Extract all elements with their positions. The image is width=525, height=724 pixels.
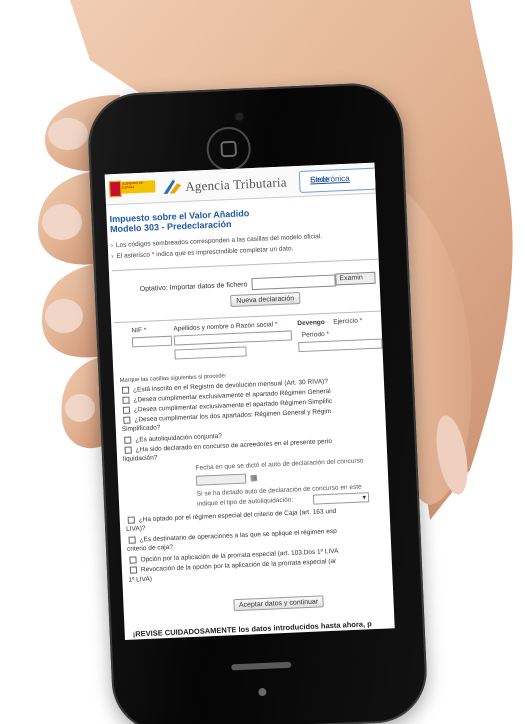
name-input-2[interactable] bbox=[174, 346, 247, 360]
bullet-icon: › bbox=[111, 253, 114, 261]
check-label-continued: liquidación? bbox=[122, 454, 158, 463]
front-camera-icon bbox=[235, 112, 244, 121]
microphone-icon bbox=[258, 687, 267, 697]
browse-button[interactable]: Examin bbox=[335, 271, 376, 286]
fingernail-3 bbox=[45, 299, 83, 333]
new-declaration-button[interactable]: Nueva declaración bbox=[230, 292, 301, 308]
periodo-select[interactable] bbox=[298, 338, 383, 353]
bullet-icon: › bbox=[110, 242, 114, 250]
devengo-label: Devengo bbox=[297, 318, 325, 328]
check-destinatario-caja[interactable]: ¿Es destinatario de operaciones a las qu… bbox=[128, 527, 337, 546]
checkbox[interactable] bbox=[122, 396, 130, 404]
checkbox[interactable] bbox=[124, 446, 132, 454]
checkbox[interactable] bbox=[129, 566, 138, 574]
checkbox[interactable] bbox=[122, 406, 131, 414]
check-label: ¿Es autoliquidación conjunta? bbox=[135, 432, 223, 444]
file-path-input[interactable] bbox=[251, 274, 336, 291]
site-header: GOBIERNO DE ESPAÑA Agencia Tributaria Se… bbox=[104, 162, 382, 206]
checkbox[interactable] bbox=[127, 516, 135, 524]
agency-logo-icon bbox=[163, 179, 182, 194]
government-logo: GOBIERNO DE ESPAÑA bbox=[121, 180, 156, 194]
fecha-auto-label: Fecha en que se dictó el auto de declara… bbox=[195, 457, 364, 472]
earpiece-ring-icon bbox=[205, 126, 252, 172]
tipo-autoliquidacion-select[interactable]: ▾ bbox=[312, 492, 370, 505]
ejercicio-label: Ejercicio * bbox=[333, 317, 363, 326]
nif-input[interactable] bbox=[131, 335, 173, 348]
checkbox[interactable] bbox=[121, 386, 130, 394]
note-text: El asterisco bbox=[116, 251, 152, 261]
fecha-auto-input[interactable] bbox=[195, 473, 247, 486]
checkbox[interactable] bbox=[128, 536, 136, 544]
fingernail-1 bbox=[48, 118, 88, 150]
checkbox[interactable] bbox=[129, 556, 137, 564]
check-label-continued: Simplificado? bbox=[121, 424, 161, 433]
fingernail-4 bbox=[65, 394, 95, 422]
sede-link-label: Electrónica bbox=[309, 173, 350, 185]
check-label-continued: LIVA)? bbox=[126, 525, 146, 533]
check-label: ¿Es destinatario de operaciones a las qu… bbox=[139, 527, 337, 544]
review-warning: ¡REVISE CUIDADOSAMENTE los datos introdu… bbox=[132, 619, 372, 639]
accept-data-button[interactable]: Aceptar datos y continuar bbox=[233, 595, 324, 612]
chevron-down-icon: ▾ bbox=[362, 494, 367, 502]
periodo-label: Período * bbox=[301, 330, 330, 339]
phone-screen: GOBIERNO DE ESPAÑA Agencia Tributaria Se… bbox=[104, 162, 395, 641]
speaker-grille bbox=[231, 661, 292, 671]
check-label-continued: criterio de caja? bbox=[126, 543, 174, 553]
square-icon bbox=[220, 140, 238, 158]
smartphone: GOBIERNO DE ESPAÑA Agencia Tributaria Se… bbox=[86, 81, 429, 724]
check-criterio-caja[interactable]: ¿Ha optado por el régimen especial del c… bbox=[127, 507, 337, 526]
photo-scene: GOBIERNO DE ESPAÑA Agencia Tributaria Se… bbox=[0, 0, 525, 724]
check-label: ¿Ha optado por el régimen especial del c… bbox=[138, 507, 337, 524]
check-label-continued: 1º LIVA) bbox=[128, 575, 153, 584]
agency-name: Agencia Tributaria bbox=[184, 174, 287, 194]
calendar-icon[interactable]: ▦ bbox=[250, 473, 258, 484]
divider bbox=[111, 258, 382, 272]
checkbox[interactable] bbox=[124, 436, 132, 444]
checkbox[interactable] bbox=[123, 416, 131, 424]
spain-coat-of-arms-icon bbox=[108, 180, 122, 198]
import-label: Optativo: Importar datos de fichero bbox=[139, 281, 248, 294]
sede-electronica-link[interactable]: Sede Electrónica bbox=[298, 167, 382, 193]
nif-label: NIF * bbox=[131, 326, 147, 335]
fingernail-2 bbox=[42, 204, 82, 240]
